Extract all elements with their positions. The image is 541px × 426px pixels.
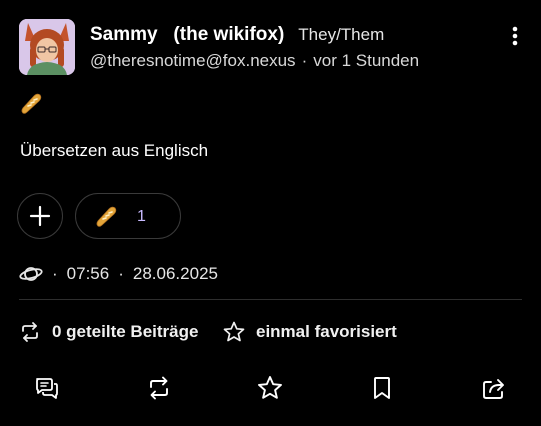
separator-dot: · — [301, 51, 308, 70]
status-card: Sammy (the wikifox) They/Them @theresnot… — [0, 0, 541, 426]
more-options-button[interactable] — [504, 24, 526, 48]
share-icon — [483, 379, 504, 399]
author-handle-row: @theresnotime@fox.nexus · vor 1 Stunden — [90, 51, 419, 71]
boosts-stat-link[interactable]: 0 geteilte Beiträge — [18, 320, 198, 344]
reaction-baguette-emoji — [94, 205, 118, 229]
author-name-row: Sammy (the wikifox) They/Them — [90, 24, 384, 46]
share-button[interactable] — [480, 374, 508, 402]
avatar[interactable] — [19, 19, 75, 75]
author-pronouns: They/Them — [298, 25, 385, 44]
favourite-button[interactable] — [256, 374, 284, 402]
reply-icon — [36, 378, 58, 399]
author-display-name[interactable]: Sammy (the wikifox) — [90, 24, 284, 46]
content-baguette-emoji — [19, 92, 43, 116]
post-time: 07:56 — [66, 264, 110, 283]
star-icon — [222, 320, 246, 344]
plus-icon — [29, 205, 51, 227]
boost-icon — [18, 320, 42, 344]
boost-button[interactable] — [145, 374, 173, 402]
add-reaction-button[interactable] — [17, 193, 63, 239]
reply-button[interactable] — [33, 374, 61, 402]
fox-avatar-icon — [19, 19, 75, 75]
reaction-count: 1 — [137, 208, 146, 225]
baguette-icon — [96, 206, 117, 227]
favourites-stat-link[interactable]: einmal favorisiert — [222, 320, 397, 344]
relative-timestamp: vor 1 Stunden — [313, 51, 420, 70]
translate-link[interactable]: Übersetzen aus Englisch — [20, 141, 208, 161]
boost-icon — [150, 376, 168, 400]
divider — [19, 299, 522, 300]
boosts-count-label: 0 geteilte Beiträge — [52, 322, 199, 341]
baguette-icon — [21, 93, 42, 114]
meta-dot: · — [52, 264, 58, 283]
meta-dot: · — [118, 264, 124, 283]
planet-icon — [19, 262, 43, 286]
more-vertical-icon — [512, 26, 518, 46]
bookmark-button[interactable] — [368, 374, 396, 402]
post-date: 28.06.2025 — [132, 264, 218, 283]
post-meta-row: · 07:56 · 28.06.2025 — [19, 262, 218, 286]
favourites-count-label: einmal favorisiert — [256, 322, 397, 341]
bookmark-icon — [374, 377, 390, 399]
reaction-baguette-button[interactable]: 1 — [75, 193, 181, 239]
author-handle[interactable]: @theresnotime@fox.nexus — [90, 51, 296, 70]
star-icon — [258, 376, 282, 399]
